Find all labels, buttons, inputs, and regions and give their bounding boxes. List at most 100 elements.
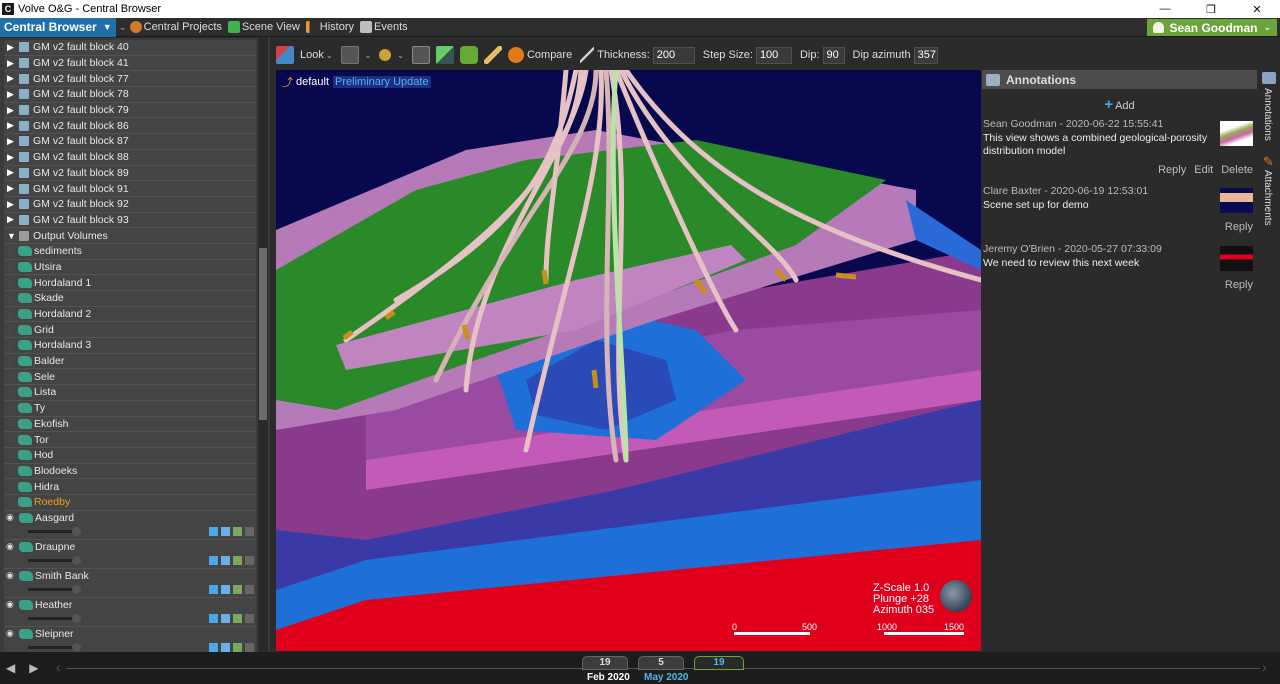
- slider-handle[interactable]: [72, 614, 81, 624]
- visibility-toggle-icon[interactable]: ◌: [7, 451, 15, 460]
- expand-arrow-icon[interactable]: ▶: [7, 58, 17, 69]
- tree-item-volume[interactable]: ◌ Sele: [4, 369, 256, 386]
- tree-item-volume[interactable]: ◌ Hordaland 3: [4, 338, 256, 354]
- opacity-slider[interactable]: [28, 585, 81, 595]
- annotation-thumbnail[interactable]: [1220, 246, 1253, 271]
- table-icon[interactable]: [245, 585, 254, 595]
- tree-item-volume-expanded[interactable]: ◉ Smith Bank: [4, 568, 256, 598]
- central-browser-dropdown[interactable]: Central Browser ▼: [0, 17, 116, 37]
- restore-button[interactable]: ❐: [1188, 3, 1234, 16]
- tree-item-fault-block[interactable]: ▶ GM v2 fault block 93: [4, 212, 256, 229]
- tree-item-volume[interactable]: ◌ Roedby: [4, 494, 256, 511]
- timeline-next-button[interactable]: ▶: [29, 661, 38, 675]
- expand-arrow-icon[interactable]: ▶: [7, 214, 17, 225]
- step-size-input[interactable]: 100: [755, 46, 792, 64]
- puzzle-icon[interactable]: [459, 46, 478, 64]
- tree-item-volume[interactable]: ◌ Grid: [4, 322, 256, 339]
- tree-item-volume[interactable]: ◌ Hordaland 1: [4, 275, 256, 291]
- visibility-toggle-icon[interactable]: ◌: [7, 341, 15, 350]
- paint-icon[interactable]: [276, 46, 294, 64]
- timeline-scroll-left-icon[interactable]: ‹: [56, 659, 61, 675]
- opacity-slider[interactable]: [28, 614, 81, 624]
- update-tag-link[interactable]: Preliminary Update: [333, 76, 431, 88]
- tab-attachments[interactable]: Attachments: [1262, 170, 1273, 226]
- tree-item-volume-expanded[interactable]: ◉ Sleipner: [4, 626, 256, 652]
- user-menu-button[interactable]: Sean Goodman ⌄: [1147, 19, 1277, 36]
- well-tool-icon[interactable]: [435, 46, 454, 64]
- dip-azimuth-input[interactable]: 357: [913, 46, 938, 64]
- eye-icon[interactable]: ◉: [6, 512, 16, 523]
- tree-folder-output-volumes[interactable]: ▼ Output Volumes: [4, 228, 256, 244]
- tree-item-volume[interactable]: ◌ Hidra: [4, 479, 256, 495]
- visibility-toggle-icon[interactable]: ◌: [7, 247, 15, 256]
- visibility-toggle-icon[interactable]: ◌: [7, 466, 15, 475]
- brush-icon[interactable]: [221, 585, 230, 595]
- tab-annotations[interactable]: Annotations: [1262, 88, 1273, 141]
- visibility-toggle-icon[interactable]: ◌: [7, 404, 15, 413]
- reply-button[interactable]: Reply: [1225, 221, 1253, 233]
- brush-icon[interactable]: [221, 643, 230, 652]
- layer-icon[interactable]: [233, 614, 242, 624]
- timeline-tab-current[interactable]: 19: [694, 656, 744, 670]
- scene-3d-render[interactable]: [276, 70, 981, 651]
- tree-item-fault-block[interactable]: ▶ GM v2 fault block 86: [4, 118, 256, 135]
- layer-icon[interactable]: [233, 643, 242, 652]
- timeline-tab[interactable]: 5: [638, 656, 684, 670]
- timeline-tab[interactable]: 19: [582, 656, 628, 670]
- dip-input[interactable]: 90: [822, 46, 845, 64]
- scrollbar-thumb[interactable]: [259, 248, 267, 420]
- tree-item-volume[interactable]: ◌ sediments: [4, 243, 256, 260]
- timeline-scroll-right-icon[interactable]: ›: [1262, 659, 1267, 675]
- expand-arrow-icon[interactable]: ▶: [7, 199, 17, 210]
- ruler-icon[interactable]: [483, 46, 502, 64]
- slider-handle[interactable]: [72, 556, 81, 566]
- compass-icon[interactable]: [940, 580, 972, 612]
- tree-item-volume-expanded[interactable]: ◉ Draupne: [4, 539, 256, 569]
- visibility-toggle-icon[interactable]: ◌: [7, 419, 15, 428]
- tree-item-volume[interactable]: ◌ Lista: [4, 385, 256, 401]
- tree-item-fault-block[interactable]: ▶ GM v2 fault block 40: [4, 40, 256, 56]
- tree-item-fault-block[interactable]: ▶ GM v2 fault block 77: [4, 71, 256, 88]
- visibility-toggle-icon[interactable]: ◌: [7, 262, 15, 271]
- visibility-toggle-icon[interactable]: ◌: [7, 435, 15, 444]
- expand-arrow-icon[interactable]: ▶: [7, 120, 17, 131]
- tree-item-volume[interactable]: ◌ Tor: [4, 432, 256, 448]
- tree-item-fault-block[interactable]: ▶ GM v2 fault block 78: [4, 87, 256, 103]
- tree-scrollbar[interactable]: [258, 38, 268, 652]
- tree-item-fault-block[interactable]: ▶ GM v2 fault block 92: [4, 196, 256, 213]
- eye-icon[interactable]: ◉: [6, 599, 16, 610]
- nav-scene-view[interactable]: Scene View: [227, 21, 300, 33]
- nav-history[interactable]: History: [305, 21, 354, 33]
- expand-arrow-icon[interactable]: ▶: [7, 89, 17, 100]
- eye-icon[interactable]: ◉: [6, 570, 16, 581]
- thickness-input[interactable]: 200: [652, 46, 695, 64]
- visibility-toggle-icon[interactable]: ◌: [7, 357, 15, 366]
- tree-item-fault-block[interactable]: ▶ GM v2 fault block 88: [4, 149, 256, 166]
- visibility-toggle-icon[interactable]: ◌: [7, 372, 15, 381]
- tree-item-fault-block[interactable]: ▶ GM v2 fault block 41: [4, 55, 256, 72]
- compare-icon[interactable]: [507, 47, 524, 63]
- tree-item-volume[interactable]: ◌ Skade: [4, 291, 256, 307]
- visibility-toggle-icon[interactable]: ◌: [7, 325, 15, 334]
- tree-item-volume[interactable]: ◌ Utsira: [4, 259, 256, 276]
- paint-icon[interactable]: [209, 614, 218, 624]
- tree-item-volume-expanded[interactable]: ◉ Heather: [4, 597, 256, 627]
- close-button[interactable]: ✕: [1234, 3, 1280, 16]
- edit-button[interactable]: Edit: [1194, 164, 1213, 176]
- layer-icon[interactable]: [233, 556, 242, 566]
- tree-item-fault-block[interactable]: ▶ GM v2 fault block 89: [4, 165, 256, 182]
- look-dropdown[interactable]: Look: [300, 49, 324, 61]
- delete-button[interactable]: Delete: [1221, 164, 1253, 176]
- nav-central-projects[interactable]: Central Projects: [129, 21, 222, 33]
- slider-handle[interactable]: [72, 585, 81, 595]
- layer-icon[interactable]: [233, 585, 242, 595]
- expand-arrow-icon[interactable]: ▶: [7, 136, 17, 147]
- brush-icon[interactable]: [221, 527, 230, 537]
- expand-arrow-icon[interactable]: ▶: [7, 152, 17, 163]
- timeline-prev-button[interactable]: ◀: [6, 661, 15, 675]
- brush-icon[interactable]: [221, 614, 230, 624]
- tree-item-volume[interactable]: ◌ Balder: [4, 353, 256, 370]
- table-icon[interactable]: [245, 556, 254, 566]
- tree-item-volume[interactable]: ◌ Hordaland 2: [4, 306, 256, 323]
- opacity-slider[interactable]: [28, 527, 81, 537]
